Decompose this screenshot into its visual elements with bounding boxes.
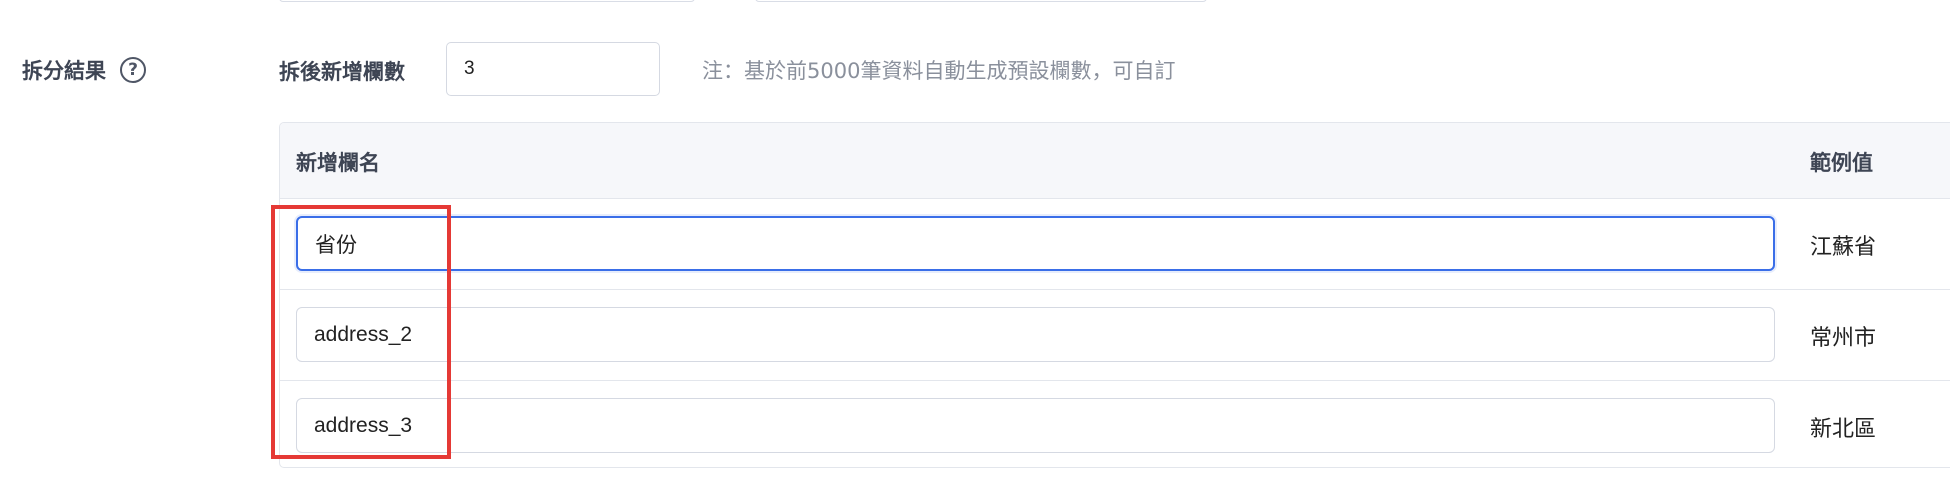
new-column-count-input[interactable] <box>446 42 660 96</box>
new-columns-table: 新增欄名 範例值 江蘇省 常州市 新北區 <box>279 122 1950 468</box>
example-value: 常州市 <box>1810 326 1877 351</box>
column-name-input[interactable] <box>296 216 1775 271</box>
previous-field-right[interactable] <box>755 0 1207 2</box>
table-header: 新增欄名 範例值 <box>280 123 1950 199</box>
example-value: 江蘇省 <box>1810 235 1877 260</box>
table-row: 江蘇省 <box>280 199 1950 290</box>
column-name-input[interactable] <box>296 307 1775 362</box>
column-header-example: 範例值 <box>1810 151 1873 175</box>
split-result-label: 拆分結果 <box>22 59 106 83</box>
column-header-name: 新增欄名 <box>296 151 380 175</box>
split-result-label-group: 拆分結果 ? <box>22 55 146 85</box>
example-value: 新北區 <box>1810 417 1877 442</box>
previous-field-left[interactable] <box>279 0 695 2</box>
column-name-input[interactable] <box>296 398 1775 453</box>
table-row: 常州市 <box>280 290 1950 381</box>
new-column-count-label: 拆後新增欄數 <box>279 60 405 84</box>
new-column-count-note: 注：基於前5000筆資料自動生成預設欄數，可自訂 <box>702 59 1176 83</box>
help-circle-icon[interactable]: ? <box>120 57 146 83</box>
table-row: 新北區 <box>280 381 1950 467</box>
